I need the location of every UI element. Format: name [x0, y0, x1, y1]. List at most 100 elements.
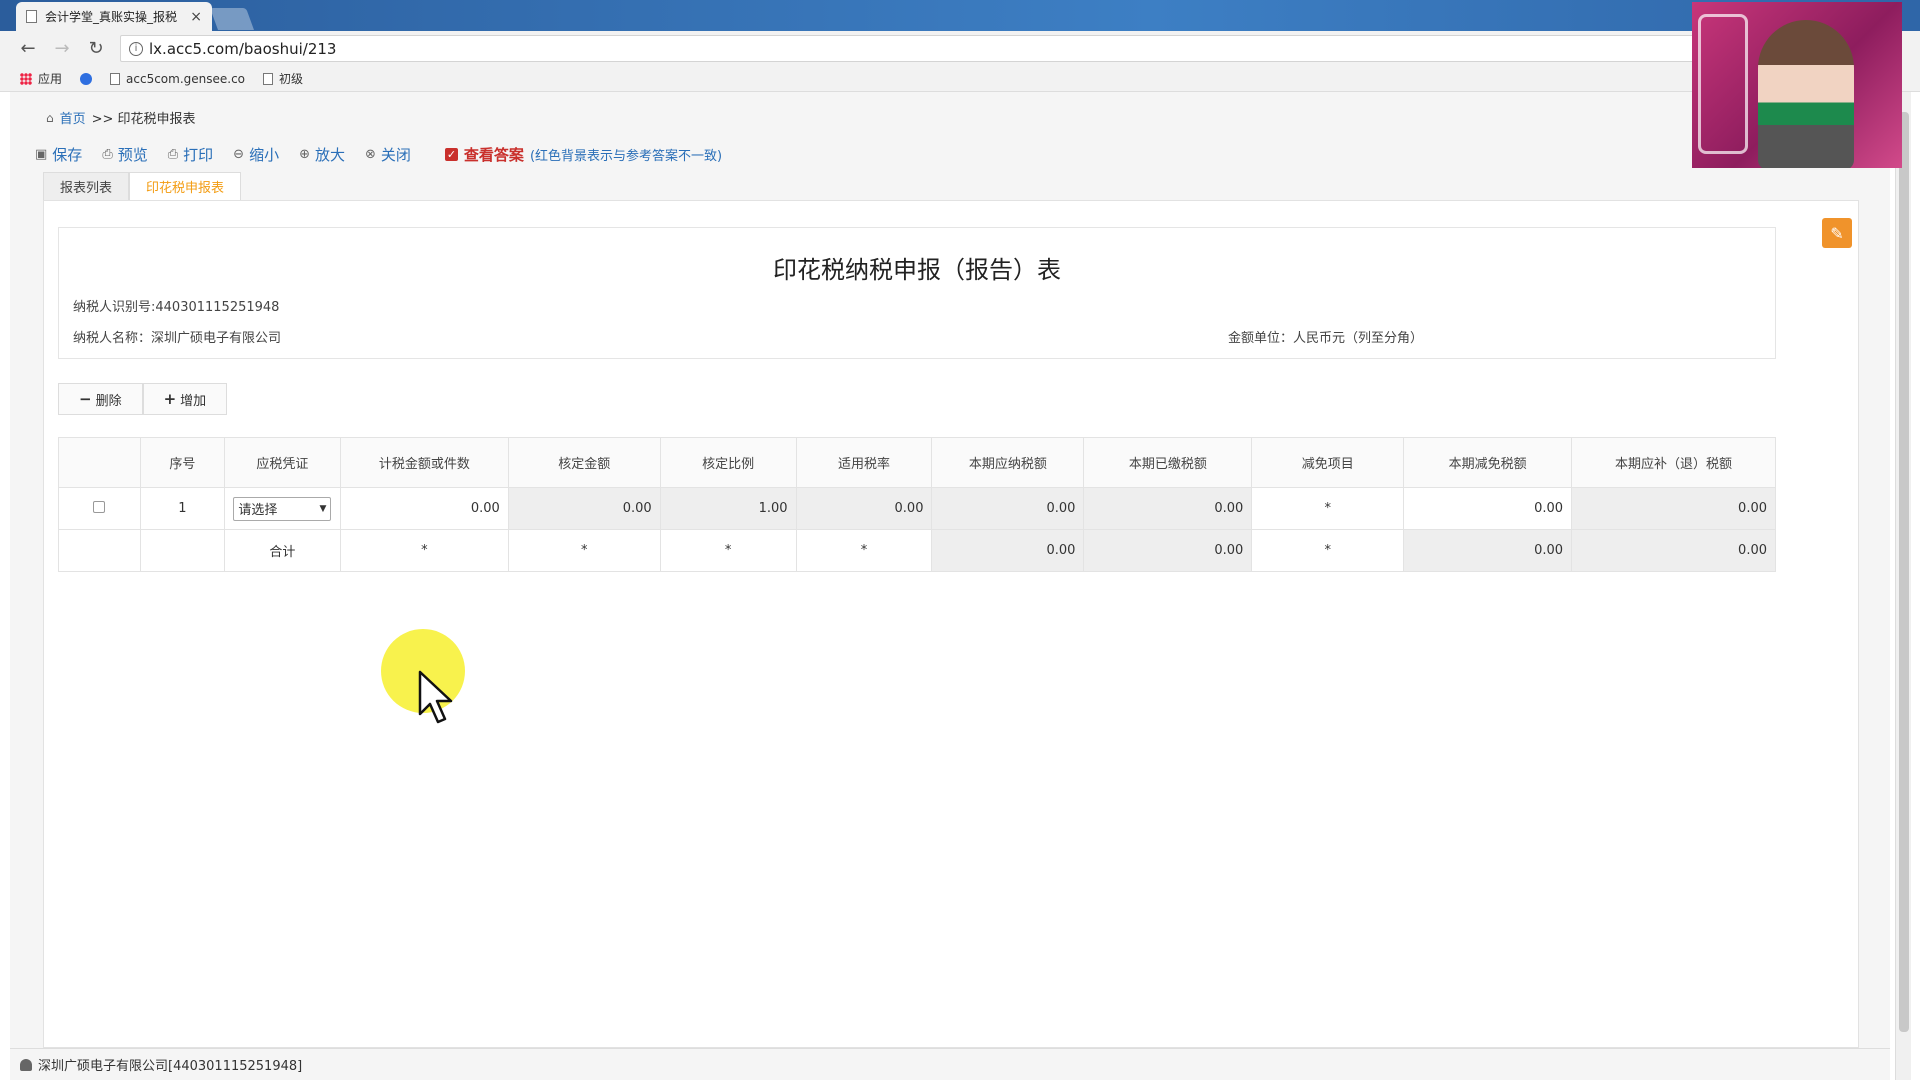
zoom-out-label: 缩小 — [249, 146, 280, 164]
page-icon — [263, 72, 274, 85]
bookmark-apps[interactable]: 应用 — [20, 70, 62, 87]
empty-cell — [139, 529, 225, 572]
column-header — [58, 437, 141, 488]
print-label: 打印 — [183, 146, 214, 164]
add-label: 增加 — [180, 393, 207, 409]
close-button[interactable]: ⊗ 关闭 — [365, 144, 411, 165]
report-title: 印花税纳税申报（报告）表 — [773, 256, 1061, 284]
close-label: 关闭 — [380, 146, 411, 164]
background-shelf — [1698, 14, 1748, 154]
info-icon[interactable]: i — [129, 41, 143, 56]
tax-payable-cell: 0.00 — [931, 487, 1085, 530]
save-icon: ▣ — [35, 147, 48, 162]
report-panel: 印花税纳税申报（报告）表 纳税人识别号:440301115251948 纳税人名… — [43, 200, 1859, 1048]
delete-row-button[interactable]: − 删除 — [58, 383, 143, 415]
bookmark-baidu[interactable] — [80, 72, 93, 85]
minus-circle-icon: ⊖ — [233, 147, 245, 162]
zoom-in-button[interactable]: ⊕ 放大 — [299, 144, 345, 165]
plus-icon: + — [163, 390, 177, 408]
column-header: 核定比例 — [659, 437, 797, 488]
presenter — [1758, 20, 1854, 168]
column-header: 序号 — [139, 437, 225, 488]
taxable-amount-input[interactable]: 0.00 — [339, 487, 509, 530]
address-bar-row: ← → ↻ i lx.acc5.com/baoshui/213 — [0, 31, 1920, 66]
status-user: 深圳广硕电子有限公司[440301115251948] — [38, 1059, 303, 1074]
voucher-cell: 请选择 ▼ — [223, 487, 341, 530]
back-arrow-icon[interactable]: ← — [18, 38, 38, 59]
breadcrumb-current: >> 印花税申报表 — [91, 112, 196, 127]
zoom-in-label: 放大 — [314, 146, 345, 164]
checkbox-checked-icon[interactable]: ✓ — [444, 148, 458, 161]
show-answer-toggle[interactable]: ✓ 查看答案 (红色背景表示与参考答案不一致) — [444, 144, 723, 165]
browser-tabstrip: 会计学堂_真账实操_报税 × — [0, 0, 1920, 31]
bookmark-gensee[interactable]: acc5com.gensee.co — [110, 72, 245, 86]
webcam-overlay — [1692, 2, 1902, 168]
breadcrumb-home-link[interactable]: 首页 — [60, 108, 86, 127]
printer-icon: ⎙ — [167, 147, 179, 162]
report-header: 印花税纳税申报（报告）表 纳税人识别号:440301115251948 纳税人名… — [58, 227, 1776, 359]
voucher-select[interactable]: 请选择 ▼ — [233, 496, 332, 521]
amount-unit: 金额单位：人民币元（列至分角） — [1227, 331, 1423, 346]
home-icon: ⌂ — [46, 110, 54, 125]
total-assessed-amount: * — [507, 529, 661, 572]
stamp-tax-table: 序号 应税凭证 计税金额或件数 核定金额 核定比例 适用税率 本期应纳税额 本期… — [58, 437, 1776, 572]
forward-arrow-icon[interactable]: → — [52, 38, 72, 59]
zoom-out-button[interactable]: ⊖ 缩小 — [233, 144, 279, 165]
bookmarks-bar: 应用 acc5com.gensee.co 初级 — [0, 66, 1920, 92]
assessed-amount-cell: 0.00 — [507, 487, 661, 530]
page-tabs: 报表列表 印花税申报表 — [43, 172, 242, 200]
page-icon — [26, 10, 37, 23]
column-header: 核定金额 — [507, 437, 661, 488]
reload-icon[interactable]: ↻ — [86, 38, 106, 59]
empty-cell — [58, 529, 141, 572]
column-header: 计税金额或件数 — [339, 437, 509, 488]
row-actions: − 删除 + 增加 — [58, 383, 228, 415]
tax-exempt-input[interactable]: 0.00 — [1403, 487, 1573, 530]
total-assessed-ratio: * — [659, 529, 797, 572]
tax-rate-cell: 0.00 — [795, 487, 933, 530]
page-area: ⌂ 首页 >> 印花税申报表 ▣ 保存 ⎙ 预览 ⎙ 打印 ⊖ 缩小 ⊕ 放大 … — [10, 92, 1890, 1048]
total-tax-due: 0.00 — [1571, 529, 1776, 572]
total-label: 合计 — [223, 529, 341, 572]
scrollbar-thumb[interactable] — [1899, 112, 1909, 1032]
browser-tab-title: 会计学堂_真账实操_报税 — [45, 10, 178, 24]
close-tab-icon[interactable]: × — [190, 9, 202, 25]
status-bar: 深圳广硕电子有限公司[440301115251948] — [10, 1048, 1890, 1080]
answer-note: (红色背景表示与参考答案不一致) — [529, 149, 723, 164]
preview-button[interactable]: ⎙ 预览 — [102, 144, 147, 165]
save-button[interactable]: ▣ 保存 — [35, 144, 82, 165]
toolbar: ▣ 保存 ⎙ 预览 ⎙ 打印 ⊖ 缩小 ⊕ 放大 ⊗ 关闭 ✓ 查看答案 (红色… — [35, 144, 722, 165]
tax-due-cell: 0.00 — [1571, 487, 1776, 530]
page-icon — [110, 72, 121, 85]
print-button[interactable]: ⎙ 打印 — [168, 144, 213, 165]
bookmark-chuji[interactable]: 初级 — [263, 70, 303, 87]
url-text: lx.acc5.com/baoshui/213 — [149, 39, 337, 58]
exemption-item-cell[interactable]: * — [1251, 487, 1405, 530]
tab-stamp-tax-report[interactable]: 印花税申报表 — [129, 172, 242, 200]
row-select-cell — [58, 487, 141, 530]
add-row-button[interactable]: + 增加 — [142, 383, 228, 415]
browser-tab-active[interactable]: 会计学堂_真账实操_报税 × — [16, 2, 212, 31]
page-scrollbar[interactable] — [1895, 92, 1911, 1080]
delete-label: 删除 — [95, 393, 122, 409]
pencil-icon: ✎ — [1830, 223, 1844, 243]
total-tax-rate: * — [795, 529, 933, 572]
bookmark-label: 应用 — [38, 72, 63, 86]
apps-icon — [20, 72, 32, 85]
new-tab-button[interactable] — [209, 8, 255, 30]
column-header: 本期减免税额 — [1403, 437, 1573, 488]
breadcrumb: ⌂ 首页 >> 印花税申报表 — [46, 108, 196, 128]
bookmark-label: 初级 — [279, 72, 304, 86]
preview-label: 预览 — [117, 146, 148, 164]
plus-circle-icon: ⊕ — [299, 147, 310, 162]
taxpayer-id: 纳税人识别号:440301115251948 — [73, 300, 280, 315]
url-input[interactable]: i lx.acc5.com/baoshui/213 — [120, 35, 1700, 62]
baidu-icon — [80, 72, 93, 85]
tab-report-list[interactable]: 报表列表 — [43, 172, 130, 200]
edit-pencil-button[interactable]: ✎ — [1822, 218, 1852, 248]
row-checkbox[interactable] — [93, 500, 106, 513]
column-header: 适用税率 — [795, 437, 933, 488]
close-circle-icon: ⊗ — [365, 147, 376, 162]
column-header: 减免项目 — [1251, 437, 1405, 488]
taxpayer-name: 纳税人名称：深圳广硕电子有限公司 — [73, 331, 282, 346]
